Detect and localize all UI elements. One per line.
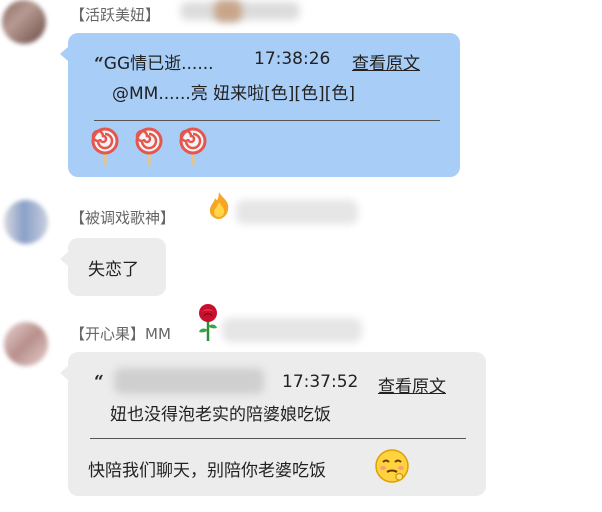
quote-text: @MM......亮 妞来啦[色][色][色]: [112, 84, 355, 104]
message-bubble[interactable]: 失恋了: [60, 238, 166, 296]
message-text: 快陪我们聊天，别陪你老婆吃饭: [88, 461, 326, 481]
lollipop-icon: [135, 127, 163, 166]
rose-icon: [199, 304, 217, 341]
quote-divider: [90, 438, 466, 439]
blurred-badge: [214, 0, 242, 22]
quote-time: 17:37:52: [282, 372, 359, 392]
quote-text: 妞也没得泡老实的陪婆娘吃饭: [110, 405, 331, 425]
message-text: 失恋了: [88, 260, 139, 280]
blurred-name: [222, 318, 362, 342]
embarrassed-face-icon: [375, 449, 409, 483]
quoted-message-bubble[interactable]: “ 17:37:52 查看原文 妞也没得泡老实的陪婆娘吃饭 快陪我们聊天，别陪你…: [60, 352, 486, 496]
avatar[interactable]: [4, 200, 48, 244]
quote-divider: [94, 120, 440, 121]
quote-author: GG情已逝......: [103, 54, 214, 74]
blurred-quote-author: [114, 368, 264, 394]
sender-tag: 【被调戏歌神】: [70, 209, 176, 227]
avatar[interactable]: [2, 0, 46, 44]
lollipop-icon: [179, 127, 207, 166]
quote-header: “: [94, 372, 104, 392]
view-original-link[interactable]: 查看原文: [378, 372, 446, 397]
quote-time: 17:38:26: [254, 49, 331, 69]
quote-header: “GG情已逝......: [94, 49, 214, 74]
view-original-link[interactable]: 查看原文: [352, 49, 420, 74]
avatar[interactable]: [4, 322, 48, 366]
blurred-name: [236, 200, 358, 224]
quote-mark-icon: “: [94, 372, 104, 392]
sender-tag: 【活跃美妞】: [70, 6, 161, 24]
quoted-message-bubble[interactable]: “GG情已逝...... 17:38:26 查看原文 @MM......亮 妞来…: [60, 33, 460, 177]
quote-mark-icon: “: [94, 54, 104, 74]
lollipop-icon: [91, 127, 119, 166]
flame-icon: [209, 192, 229, 219]
sender-tag: 【开心果】MM: [70, 325, 171, 343]
